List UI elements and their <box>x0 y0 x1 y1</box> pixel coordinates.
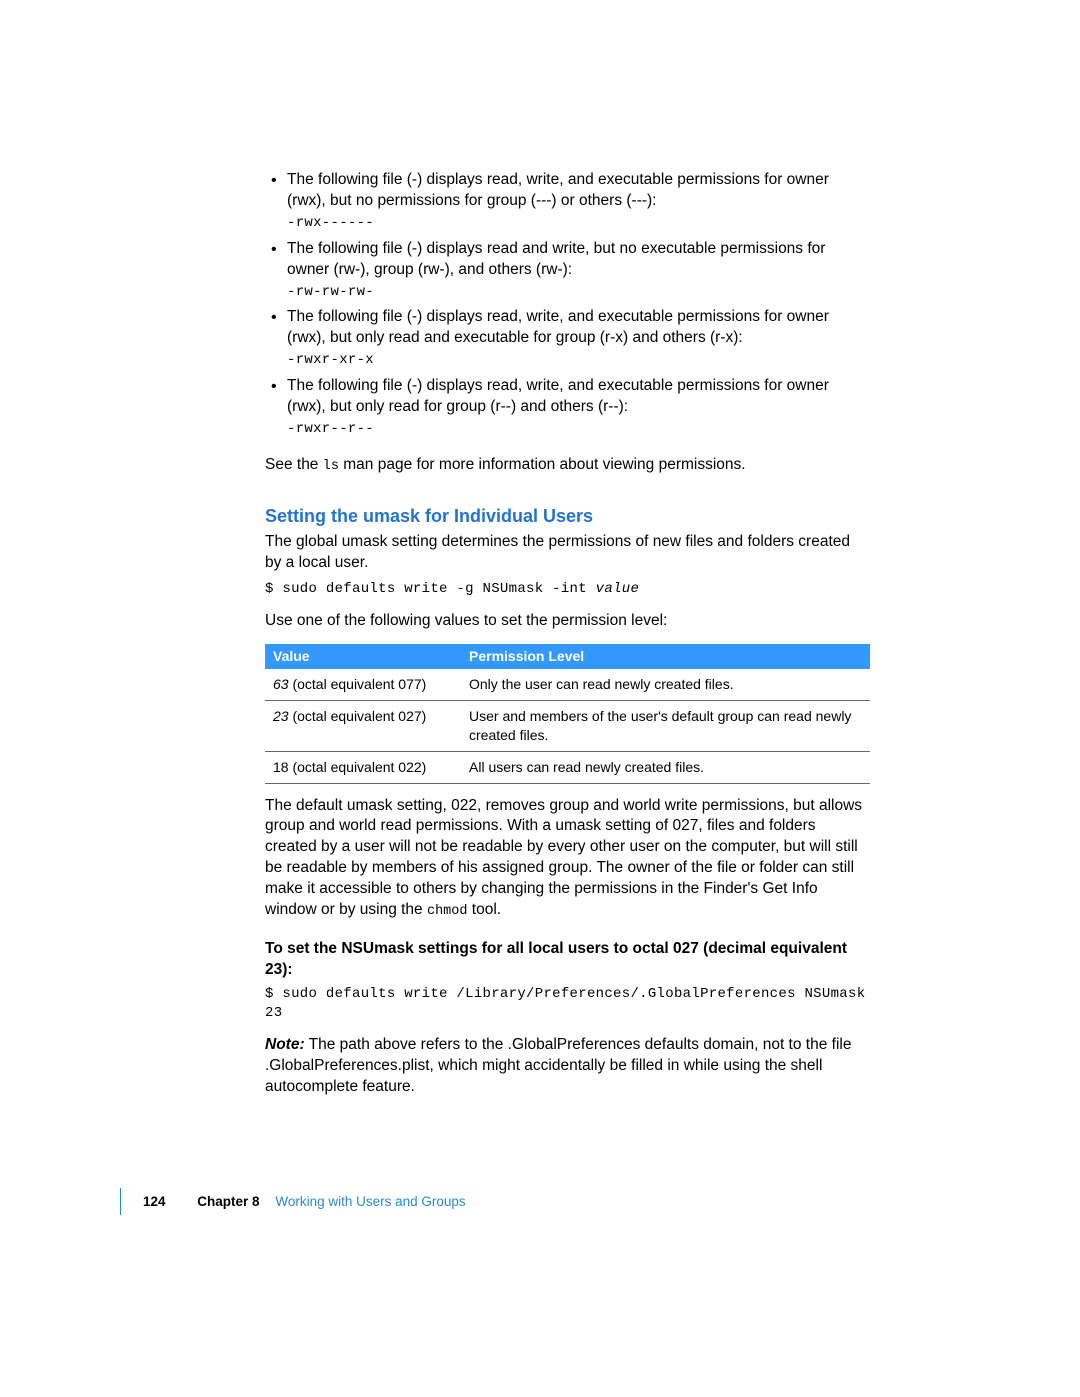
text: tool. <box>468 901 502 918</box>
code-prefix: $ sudo defaults write -g NSUmask -int <box>265 581 596 597</box>
code-sample: -rwx------ <box>287 214 870 233</box>
bullet-text: The following file (-) displays read and… <box>287 240 825 278</box>
section-heading: Setting the umask for Individual Users <box>265 504 870 528</box>
cell-value: 23 (octal equivalent 027) <box>265 700 461 751</box>
note-paragraph: Note: The path above refers to the .Glob… <box>265 1035 870 1098</box>
umask-intro-paragraph: The global umask setting determines the … <box>265 532 870 574</box>
table-row: 18 (octal equivalent 022) All users can … <box>265 751 870 783</box>
code-sample: -rwxr--r-- <box>287 420 870 439</box>
see-ls-paragraph: See the ls man page for more information… <box>265 455 870 476</box>
bullet-text: The following file (-) displays read, wr… <box>287 377 829 415</box>
list-item: The following file (-) displays read, wr… <box>265 376 870 439</box>
value-rest: (octal equivalent 027) <box>289 708 427 724</box>
chapter-title: Working with Users and Groups <box>275 1194 465 1209</box>
code-sample: -rw-rw-rw- <box>287 283 870 302</box>
default-umask-paragraph: The default umask setting, 022, removes … <box>265 796 870 922</box>
table-header-row: Value Permission Level <box>265 644 870 669</box>
command-line: $ sudo defaults write -g NSUmask -int va… <box>265 580 870 599</box>
table-row: 23 (octal equivalent 027) User and membe… <box>265 700 870 751</box>
text: The default umask setting, 022, removes … <box>265 797 862 919</box>
permissions-bullet-list: The following file (-) displays read, wr… <box>265 170 870 439</box>
text: See the <box>265 456 323 473</box>
value-number: 23 <box>273 708 289 724</box>
code-argument: value <box>596 581 640 597</box>
chapter-label: Chapter 8 <box>197 1194 259 1209</box>
document-page: The following file (-) displays read, wr… <box>0 0 1080 1397</box>
subheading: To set the NSUmask settings for all loca… <box>265 939 870 981</box>
value-rest: (octal equivalent 077) <box>289 676 427 692</box>
list-item: The following file (-) displays read, wr… <box>265 307 870 370</box>
permission-values-table: Value Permission Level 63 (octal equival… <box>265 644 870 783</box>
cell-description: User and members of the user's default g… <box>461 700 870 751</box>
cell-value: 18 (octal equivalent 022) <box>265 751 461 783</box>
code-sample: -rwxr-xr-x <box>287 351 870 370</box>
cell-description: All users can read newly created files. <box>461 751 870 783</box>
list-item: The following file (-) displays read, wr… <box>265 170 870 233</box>
cell-description: Only the user can read newly created fil… <box>461 669 870 700</box>
bullet-text: The following file (-) displays read, wr… <box>287 308 829 346</box>
col-header-value: Value <box>265 644 461 669</box>
value-rest: (octal equivalent 022) <box>289 759 427 775</box>
command-line: $ sudo defaults write /Library/Preferenc… <box>265 985 870 1023</box>
use-values-paragraph: Use one of the following values to set t… <box>265 611 870 632</box>
table-row: 63 (octal equivalent 077) Only the user … <box>265 669 870 700</box>
note-text: The path above refers to the .GlobalPref… <box>265 1036 851 1095</box>
list-item: The following file (-) displays read and… <box>265 239 870 302</box>
page-number: 124 <box>143 1194 166 1209</box>
value-number: 63 <box>273 676 289 692</box>
inline-code: ls <box>323 459 339 474</box>
note-label: Note: <box>265 1036 305 1053</box>
page-content: The following file (-) displays read, wr… <box>265 170 870 1098</box>
cell-value: 63 (octal equivalent 077) <box>265 669 461 700</box>
inline-code: chmod <box>427 904 468 919</box>
bullet-text: The following file (-) displays read, wr… <box>287 171 829 209</box>
value-number: 18 <box>273 759 289 775</box>
page-footer: 124 Chapter 8 Working with Users and Gro… <box>120 1188 843 1215</box>
text: man page for more information about view… <box>339 456 746 473</box>
col-header-permission: Permission Level <box>461 644 870 669</box>
